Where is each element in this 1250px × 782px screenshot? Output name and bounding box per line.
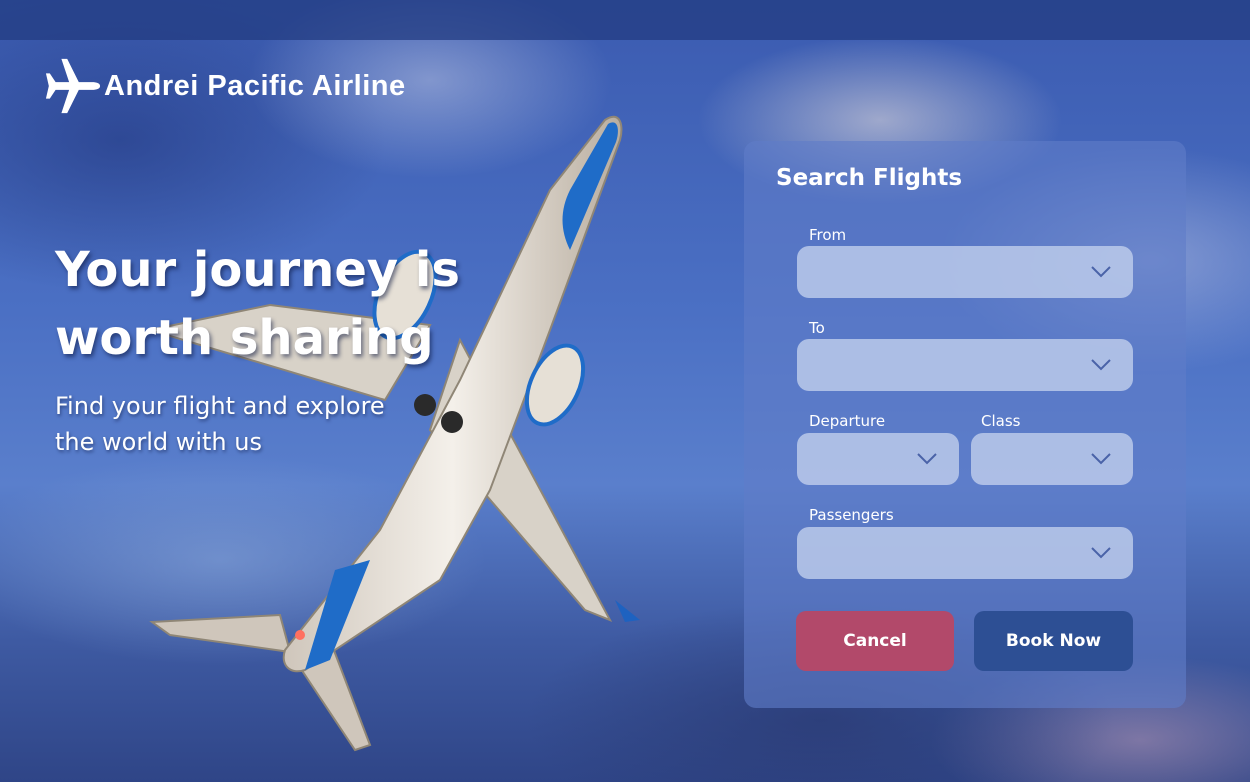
chevron-down-icon <box>1091 266 1111 278</box>
chevron-down-icon <box>1091 547 1111 559</box>
departure-label: Departure <box>809 412 886 430</box>
cancel-button[interactable]: Cancel <box>796 611 954 671</box>
panel-title: Search Flights <box>776 165 963 191</box>
passengers-select[interactable] <box>797 527 1133 579</box>
chevron-down-icon <box>917 453 937 465</box>
hero-subtitle: Find your flight and explore the world w… <box>55 392 385 456</box>
to-label: To <box>809 319 825 337</box>
hero-title: Your journey is worth sharing <box>55 242 460 366</box>
from-label: From <box>809 226 847 244</box>
airplane-icon <box>45 58 101 114</box>
brand-name: Andrei Pacific Airline <box>104 69 406 102</box>
book-now-button[interactable]: Book Now <box>974 611 1133 671</box>
chevron-down-icon <box>1091 359 1111 371</box>
from-select[interactable] <box>797 246 1133 298</box>
passengers-label: Passengers <box>809 506 894 524</box>
top-bar <box>0 0 1250 40</box>
class-label: Class <box>981 412 1021 430</box>
to-select[interactable] <box>797 339 1133 391</box>
search-flights-panel: Search Flights From To Departure Class P… <box>744 141 1186 708</box>
departure-select[interactable] <box>797 433 959 485</box>
class-select[interactable] <box>971 433 1133 485</box>
chevron-down-icon <box>1091 453 1111 465</box>
